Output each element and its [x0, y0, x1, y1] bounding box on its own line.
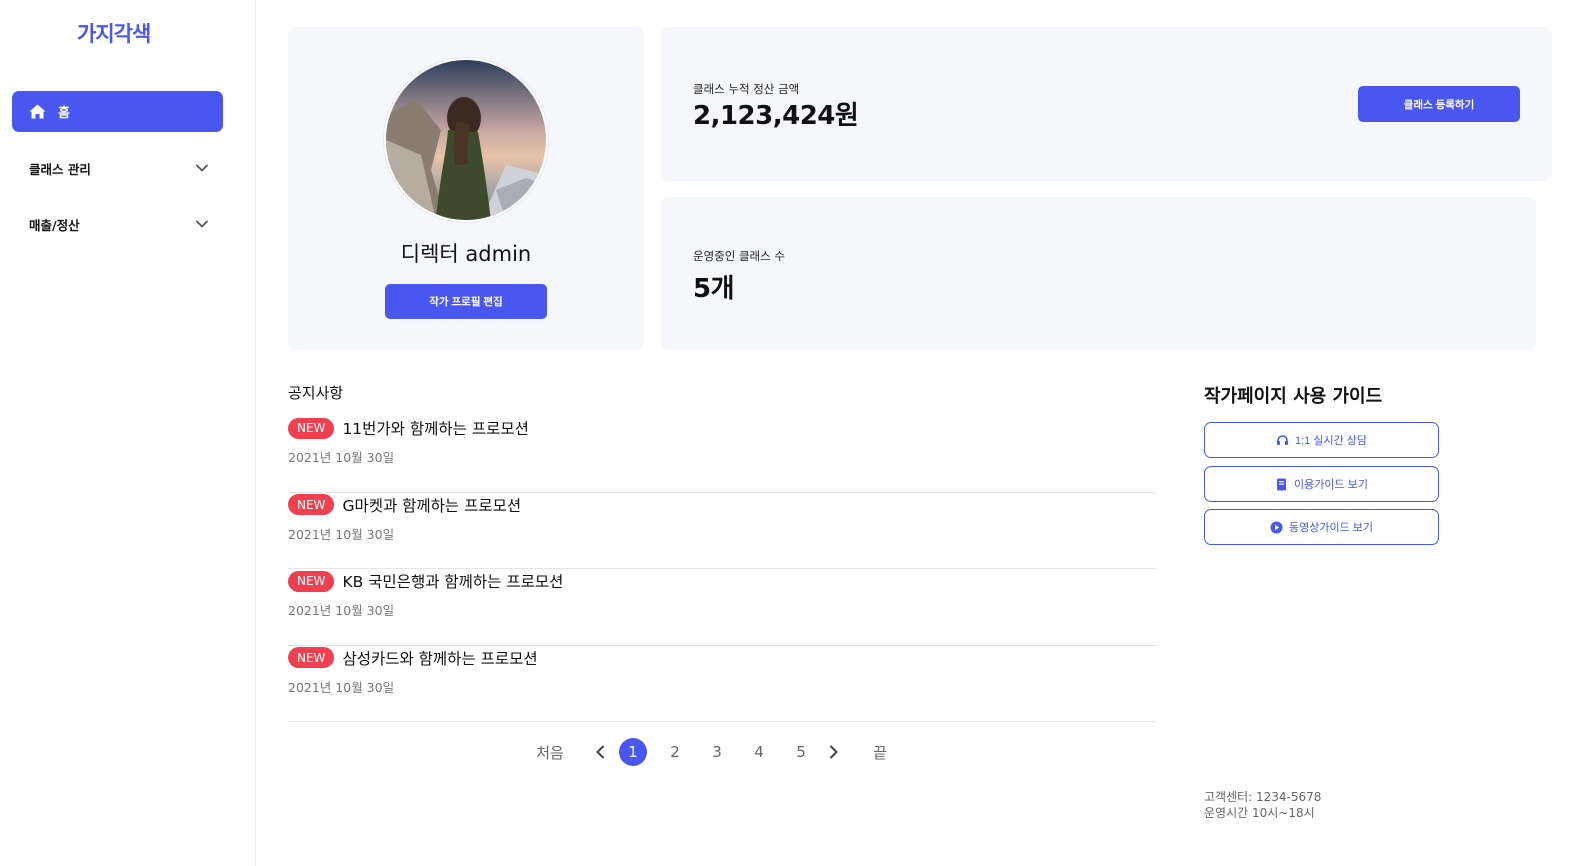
chevron-down-icon — [195, 161, 209, 175]
customer-support-info: 고객센터: 1234-5678 운영시간 10시~18시 — [1204, 789, 1321, 821]
chevron-right-icon[interactable] — [822, 738, 846, 766]
list-item[interactable]: NEW KB 국민은행과 함께하는 프로모션 2021년 10월 30일 — [288, 569, 1156, 646]
video-guide-label: 동영상가이드 보기 — [1288, 522, 1373, 534]
notice-date: 2021년 10월 30일 — [288, 679, 395, 695]
sidebar-item-home[interactable]: 홈 — [12, 91, 223, 132]
pagination-page-5[interactable]: 5 — [787, 738, 815, 766]
new-badge: NEW — [288, 494, 335, 515]
class-count-label: 운영중인 클래스 수 — [693, 249, 785, 263]
pagination-page-1[interactable]: 1 — [619, 738, 647, 766]
notice-date: 2021년 10월 30일 — [288, 526, 395, 542]
notice-title[interactable]: G마켓과 함께하는 프로모션 — [342, 494, 521, 516]
sidebar-item-label: 매출/정산 — [29, 217, 80, 233]
pagination-page-3[interactable]: 3 — [703, 738, 731, 766]
notice-title[interactable]: 삼성카드와 함께하는 프로모션 — [342, 647, 537, 669]
new-badge: NEW — [288, 417, 335, 439]
pagination-last[interactable]: 끝 — [860, 738, 900, 766]
headset-icon — [1276, 434, 1289, 447]
pagination-page-4[interactable]: 4 — [745, 738, 773, 766]
book-icon — [1275, 478, 1288, 491]
class-count-value: 5개 — [693, 274, 735, 304]
sidebar: 가지각색 홈 클래스 관리 매출/정산 — [0, 0, 256, 866]
pagination: 처음 1 2 3 4 5 끝 — [530, 738, 900, 766]
notice-date: 2021년 10월 30일 — [288, 450, 395, 465]
notice-date: 2021년 10월 30일 — [288, 603, 395, 618]
class-count-card: 운영중인 클래스 수 5개 — [661, 197, 1536, 350]
user-guide-label: 이용가이드 보기 — [1294, 479, 1368, 491]
edit-profile-button[interactable]: 작가 프로필 편집 — [385, 284, 547, 319]
list-item[interactable]: NEW 삼성카드와 함께하는 프로모션 2021년 10월 30일 — [288, 646, 1156, 722]
notice-title[interactable]: 11번가와 함께하는 프로모션 — [342, 417, 528, 439]
user-guide-button[interactable]: 이용가이드 보기 — [1204, 466, 1439, 502]
sidebar-item-label: 홈 — [58, 106, 70, 121]
notice-section-title: 공지사항 — [288, 384, 344, 402]
notice-list: NEW 11번가와 함께하는 프로모션 2021년 10월 30일 NEW G마… — [288, 416, 1156, 722]
guide-title: 작가페이지 사용 가이드 — [1204, 386, 1383, 407]
revenue-value: 2,123,424원 — [693, 101, 859, 131]
new-badge: NEW — [288, 570, 335, 592]
live-chat-label: 1:1 실시간 상담 — [1294, 435, 1367, 447]
pagination-page-2[interactable]: 2 — [661, 738, 689, 766]
avatar — [384, 58, 548, 222]
notice-title[interactable]: KB 국민은행과 함께하는 프로모션 — [342, 570, 563, 592]
new-badge: NEW — [288, 647, 335, 668]
profile-name: 디렉터 admin — [400, 242, 532, 266]
play-circle-icon — [1270, 521, 1283, 534]
register-class-button[interactable]: 클래스 등록하기 — [1358, 86, 1520, 122]
sidebar-item-class-management[interactable]: 클래스 관리 — [29, 156, 209, 180]
list-item[interactable]: NEW 11번가와 함께하는 프로모션 2021년 10월 30일 — [288, 416, 1156, 493]
sidebar-item-label: 클래스 관리 — [29, 161, 91, 177]
support-phone: 고객센터: 1234-5678 — [1204, 790, 1322, 804]
brand-logo[interactable]: 가지각색 — [77, 18, 151, 48]
pagination-first[interactable]: 처음 — [530, 738, 570, 766]
list-item[interactable]: NEW G마켓과 함께하는 프로모션 2021년 10월 30일 — [288, 493, 1156, 569]
profile-card: 디렉터 admin 작가 프로필 편집 — [288, 27, 644, 350]
live-chat-button[interactable]: 1:1 실시간 상담 — [1204, 422, 1439, 458]
video-guide-button[interactable]: 동영상가이드 보기 — [1204, 509, 1439, 545]
chevron-down-icon — [195, 217, 209, 231]
chevron-left-icon[interactable] — [588, 738, 612, 766]
revenue-card: 클래스 누적 정산 금액 2,123,424원 클래스 등록하기 — [661, 27, 1552, 181]
sidebar-item-sales-settlement[interactable]: 매출/정산 — [29, 212, 209, 236]
home-icon — [28, 103, 46, 121]
support-hours: 운영시간 10시~18시 — [1204, 806, 1315, 820]
